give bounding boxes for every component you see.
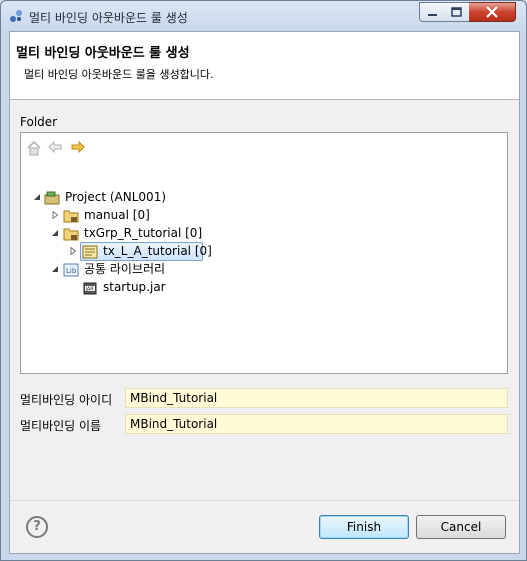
tree-item-label: tx_L_A_tutorial [0]: [103, 244, 212, 258]
collapse-arrow-icon[interactable]: [33, 193, 41, 201]
binding-id-field[interactable]: [125, 388, 508, 408]
transaction-icon: [82, 245, 98, 259]
header-description: 멀티 바인딩 아웃바운드 룰을 생성합니다.: [24, 68, 214, 81]
maximize-button[interactable]: [444, 2, 470, 22]
close-icon: [486, 6, 498, 18]
finish-button[interactable]: Finish: [319, 515, 409, 539]
binding-id-label: 멀티바인딩 아이디: [20, 393, 113, 407]
tree-item-label: Project (ANL001): [65, 190, 167, 204]
binding-name-label: 멀티바인딩 이름: [20, 419, 102, 433]
cancel-button[interactable]: Cancel: [416, 515, 506, 539]
collapse-arrow-icon[interactable]: [51, 265, 59, 273]
header-title: 멀티 바인딩 아웃바운드 룰 생성: [16, 46, 190, 61]
folder-label: Folder: [20, 115, 58, 129]
window-title: 멀티 바인딩 아웃바운드 룰 생성: [29, 11, 188, 25]
forward-arrow-icon[interactable]: [71, 141, 85, 153]
tree-item-label: 공통 라이브러리: [84, 262, 166, 276]
package-folder-icon: [63, 228, 79, 241]
tree-item-manual[interactable]: manual [0]: [21, 207, 221, 224]
tree-item-project[interactable]: Project (ANL001): [21, 189, 221, 206]
tree-item-label: startup.jar: [103, 280, 166, 294]
minimize-button[interactable]: [419, 2, 446, 22]
package-folder-icon: [63, 210, 79, 223]
close-button[interactable]: [469, 2, 516, 22]
svg-text:Lib: Lib: [66, 267, 77, 275]
footer-separator: [10, 500, 519, 501]
collapse-arrow-icon[interactable]: [51, 229, 59, 237]
library-icon: Lib: [63, 263, 79, 277]
folder-tree[interactable]: Project (ANL001) manual [0] txGrp_R_tuto…: [20, 132, 508, 374]
dialog-content: 멀티 바인딩 아웃바운드 룰 생성 멀티 바인딩 아웃바운드 룰을 생성합니다.…: [9, 31, 520, 554]
jar-icon: JAR: [83, 282, 97, 295]
binding-name-field[interactable]: [125, 414, 508, 434]
expand-arrow-icon[interactable]: [69, 247, 77, 255]
tree-item-txgrp-r-tutorial[interactable]: txGrp_R_tutorial [0]: [21, 225, 221, 242]
help-icon[interactable]: ?: [26, 516, 48, 538]
tree-item-label: manual [0]: [84, 208, 150, 222]
home-icon[interactable]: [27, 140, 41, 156]
tree-item-tx-l-a-tutorial[interactable]: tx_L_A_tutorial [0]: [21, 242, 221, 261]
tree-item-common-library[interactable]: Lib 공통 라이브러리: [21, 261, 221, 278]
tree-item-label: txGrp_R_tutorial [0]: [84, 226, 203, 240]
wizard-header: 멀티 바인딩 아웃바운드 룰 생성 멀티 바인딩 아웃바운드 룰을 생성합니다.: [10, 32, 519, 100]
svg-text:JAR: JAR: [85, 287, 95, 293]
dialog-window: 멀티 바인딩 아웃바운드 룰 생성 멀티 바인딩 아웃바운드 룰 생성 멀티 바…: [0, 0, 527, 561]
project-icon: [44, 191, 60, 205]
app-icon: [10, 10, 22, 22]
back-arrow-icon[interactable]: [48, 141, 62, 153]
maximize-icon: [451, 7, 462, 17]
title-bar[interactable]: 멀티 바인딩 아웃바운드 룰 생성: [1, 1, 526, 31]
minimize-icon: [428, 14, 437, 16]
tree-item-startup-jar[interactable]: JAR startup.jar: [21, 279, 221, 296]
expand-arrow-icon[interactable]: [51, 211, 59, 219]
